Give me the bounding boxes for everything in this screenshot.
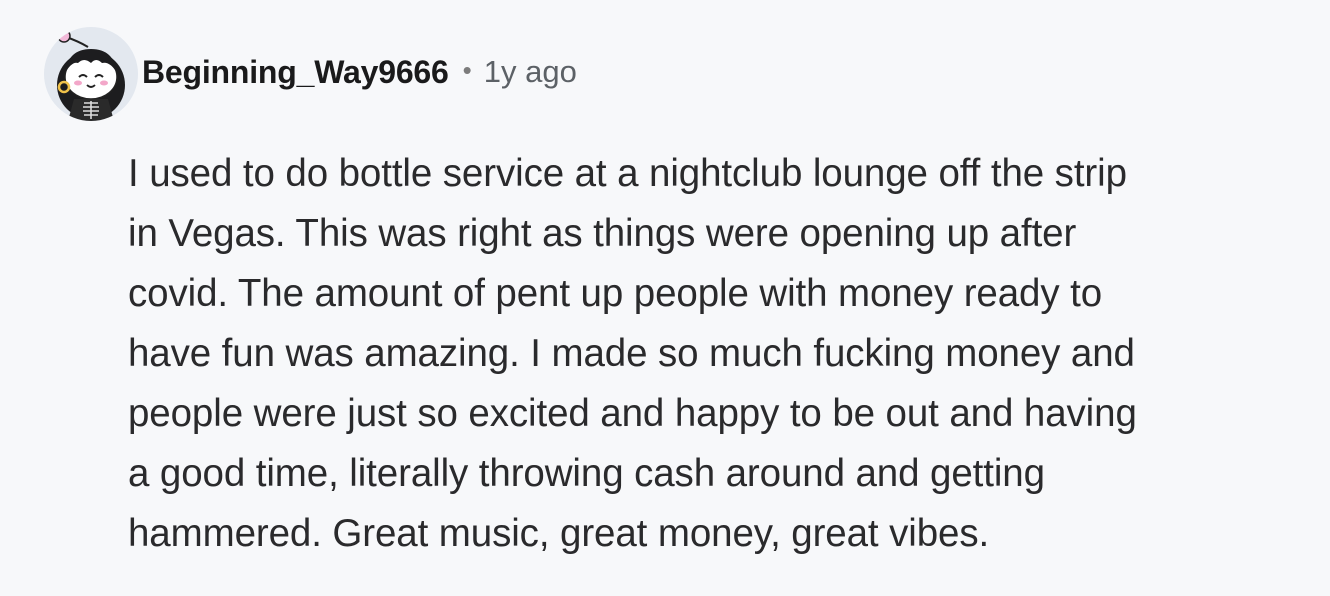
comment-meta: Beginning_Way9666 • 1y ago	[142, 54, 577, 91]
comment-body-line: a good time, literally throwing cash aro…	[128, 452, 1045, 495]
meta-separator: •	[462, 54, 472, 85]
username-link[interactable]: Beginning_Way9666	[142, 54, 449, 91]
comment-body-line: in Vegas. This was right as things were …	[128, 212, 1077, 255]
avatar[interactable]	[44, 27, 138, 121]
comment-body-line: people were just so excited and happy to…	[128, 392, 1137, 435]
comment-card: Beginning_Way9666 • 1y ago I used to do …	[0, 0, 1330, 596]
comment-body-line: hammered. Great music, great money, grea…	[128, 512, 990, 555]
comment-body-line: have fun was amazing. I made so much fuc…	[128, 332, 1135, 375]
comment-body-line: I used to do bottle service at a nightcl…	[128, 152, 1127, 195]
timestamp[interactable]: 1y ago	[484, 54, 577, 90]
comment-header: Beginning_Way9666 • 1y ago	[44, 26, 577, 122]
comment-body-line: covid. The amount of pent up people with…	[128, 272, 1103, 315]
snoo-avatar-icon	[44, 27, 138, 121]
comment-body: I used to do bottle service at a nightcl…	[128, 144, 1308, 564]
